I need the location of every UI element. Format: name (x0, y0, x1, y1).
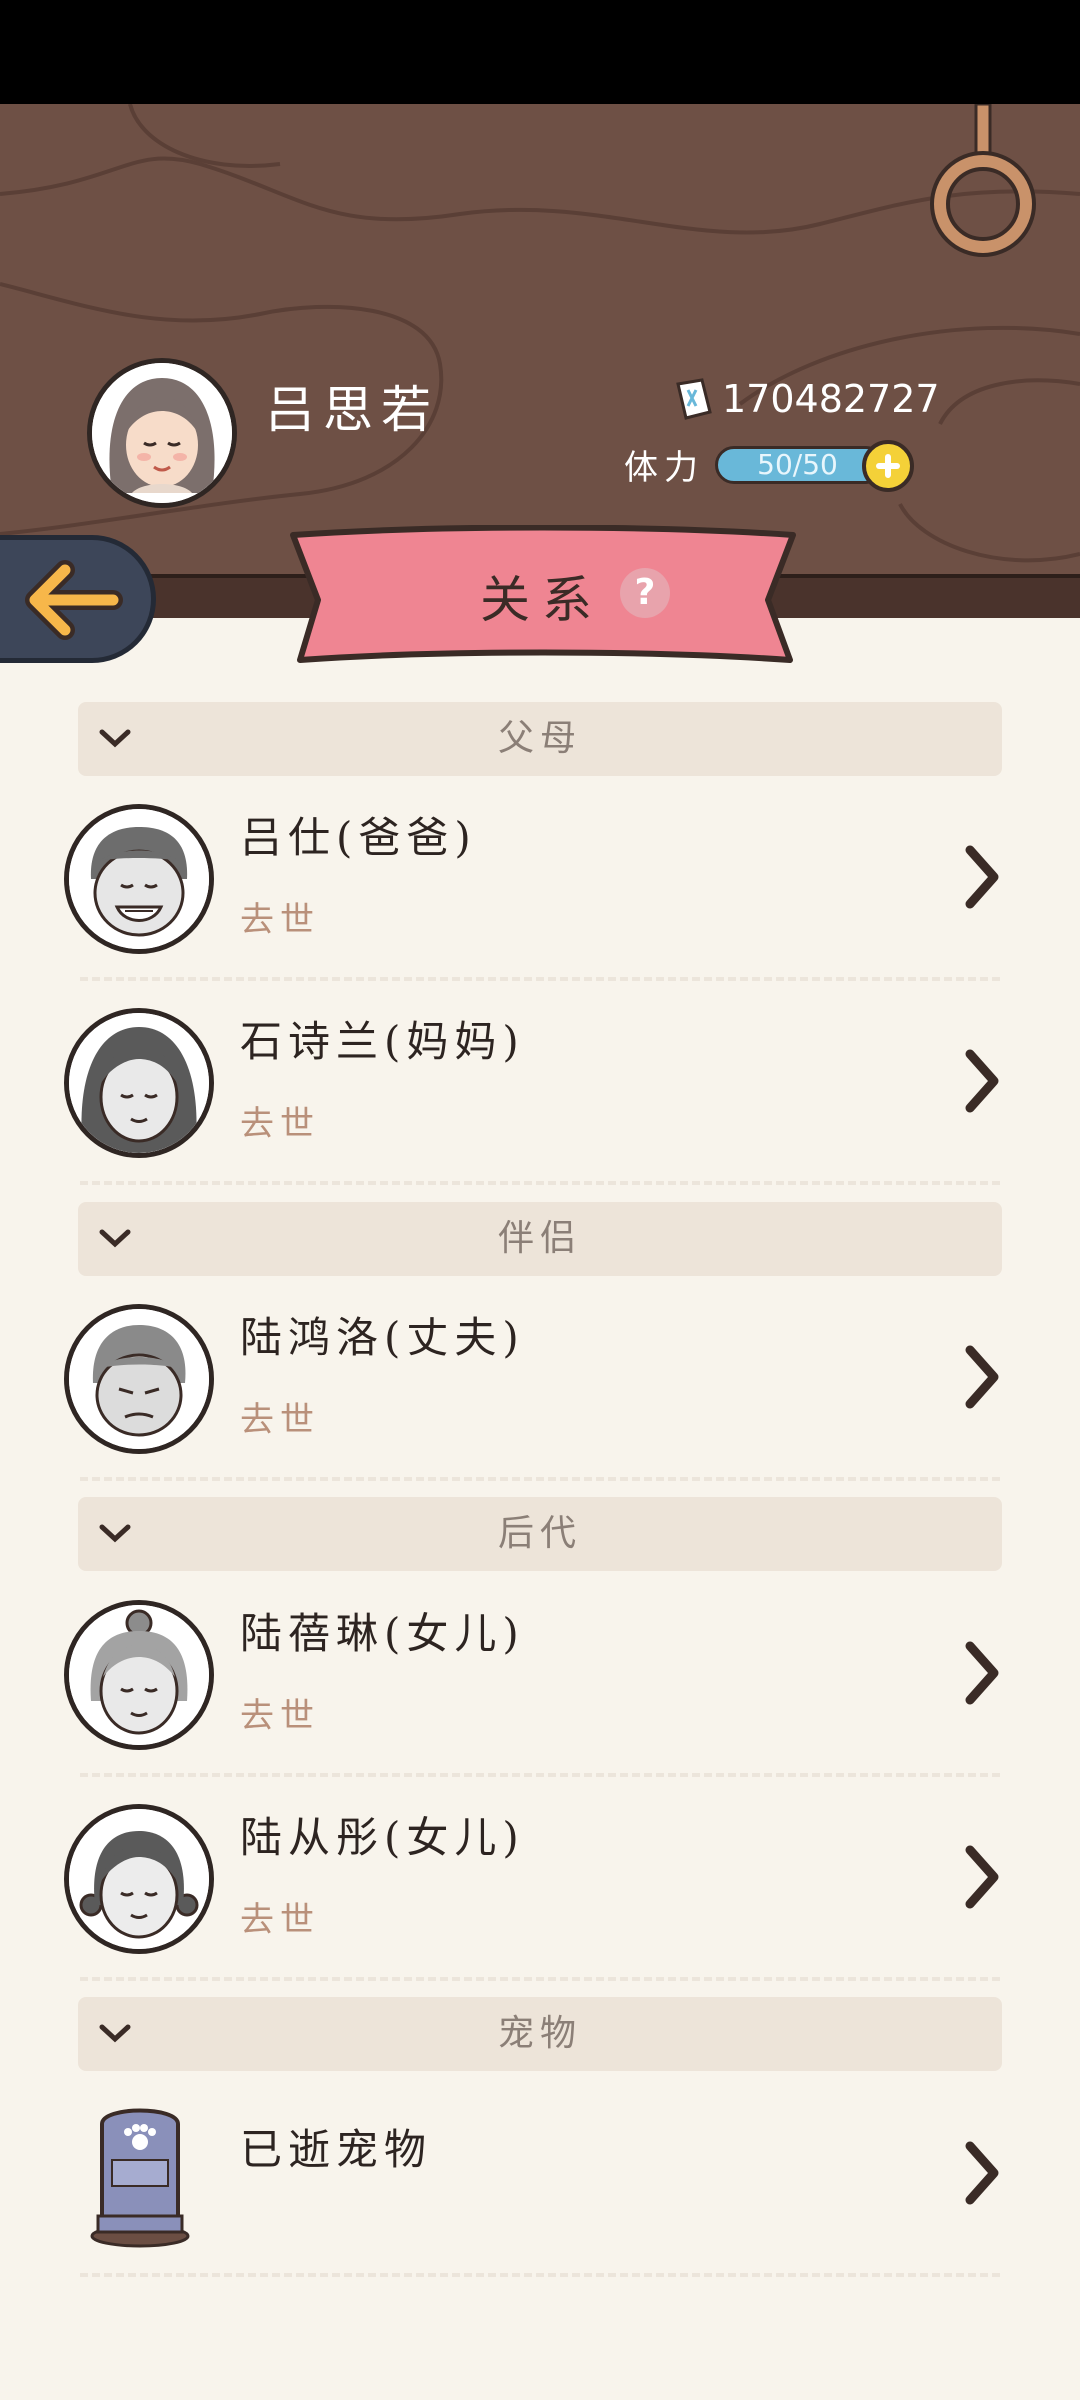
man-icon (69, 1309, 209, 1449)
chevron-right-icon (965, 1845, 999, 1909)
section-header-parents[interactable]: 父母 (78, 702, 1002, 776)
member-status: 去世 (240, 1400, 320, 1440)
chevron-right-icon (965, 1049, 999, 1113)
section-header-descendants[interactable]: 后代 (78, 1497, 1002, 1571)
young-woman-icon (69, 1809, 209, 1949)
status-bar (0, 0, 1080, 104)
divider (80, 977, 1000, 981)
member-name: 已逝宠物 (240, 2125, 433, 2174)
elderly-woman-icon (69, 1605, 209, 1745)
help-icon[interactable]: ? (620, 568, 670, 618)
section-header-partner[interactable]: 伴侣 (78, 1202, 1002, 1276)
member-name: 吕仕(爸爸) (240, 813, 477, 862)
add-stamina-button[interactable] (862, 440, 914, 492)
member-name: 陆从彤(女儿) (240, 1813, 525, 1862)
member-name: 石诗兰(妈妈) (240, 1017, 525, 1066)
old-man-icon (69, 809, 209, 949)
member-status: 去世 (240, 900, 320, 940)
woman-icon (69, 1013, 209, 1153)
back-button[interactable] (0, 535, 156, 663)
page-title: 关系 (480, 571, 604, 629)
player-avatar[interactable] (87, 358, 237, 508)
avatar (64, 804, 214, 954)
coin-ticket-icon (676, 378, 712, 420)
avatar (64, 1304, 214, 1454)
player-name: 吕思若 (265, 381, 439, 439)
divider (80, 1977, 1000, 1981)
chevron-right-icon (965, 1641, 999, 1705)
member-name: 陆鸿洛(丈夫) (240, 1313, 525, 1362)
avatar (64, 1008, 214, 1158)
back-arrow-icon (25, 560, 123, 640)
coin-value: 170482727 (722, 377, 940, 421)
section-header-pets[interactable]: 宠物 (78, 1997, 1002, 2071)
divider (80, 1773, 1000, 1777)
avatar (64, 1600, 214, 1750)
stamina-label: 体力 (624, 448, 704, 488)
member-status: 去世 (240, 1104, 320, 1144)
chevron-right-icon (965, 845, 999, 909)
stamina-value: 50/50 (757, 448, 838, 481)
section-title: 后代 (497, 1513, 582, 1554)
hook-icon (930, 104, 1036, 257)
section-title: 宠物 (497, 2013, 582, 2054)
section-title: 父母 (497, 718, 582, 759)
coin-display: 170482727 (672, 376, 940, 422)
divider (80, 2273, 1000, 2277)
divider (80, 1181, 1000, 1185)
pet-tombstone-icon (90, 2108, 190, 2248)
divider (80, 1477, 1000, 1481)
chevron-right-icon (965, 1345, 999, 1409)
member-status: 去世 (240, 1900, 320, 1940)
old-woman-icon (92, 363, 232, 503)
chevron-right-icon (965, 2141, 999, 2205)
member-name: 陆蓓琳(女儿) (240, 1609, 525, 1658)
avatar (64, 1804, 214, 1954)
section-title: 伴侣 (497, 1218, 582, 1259)
member-status: 去世 (240, 1696, 320, 1736)
